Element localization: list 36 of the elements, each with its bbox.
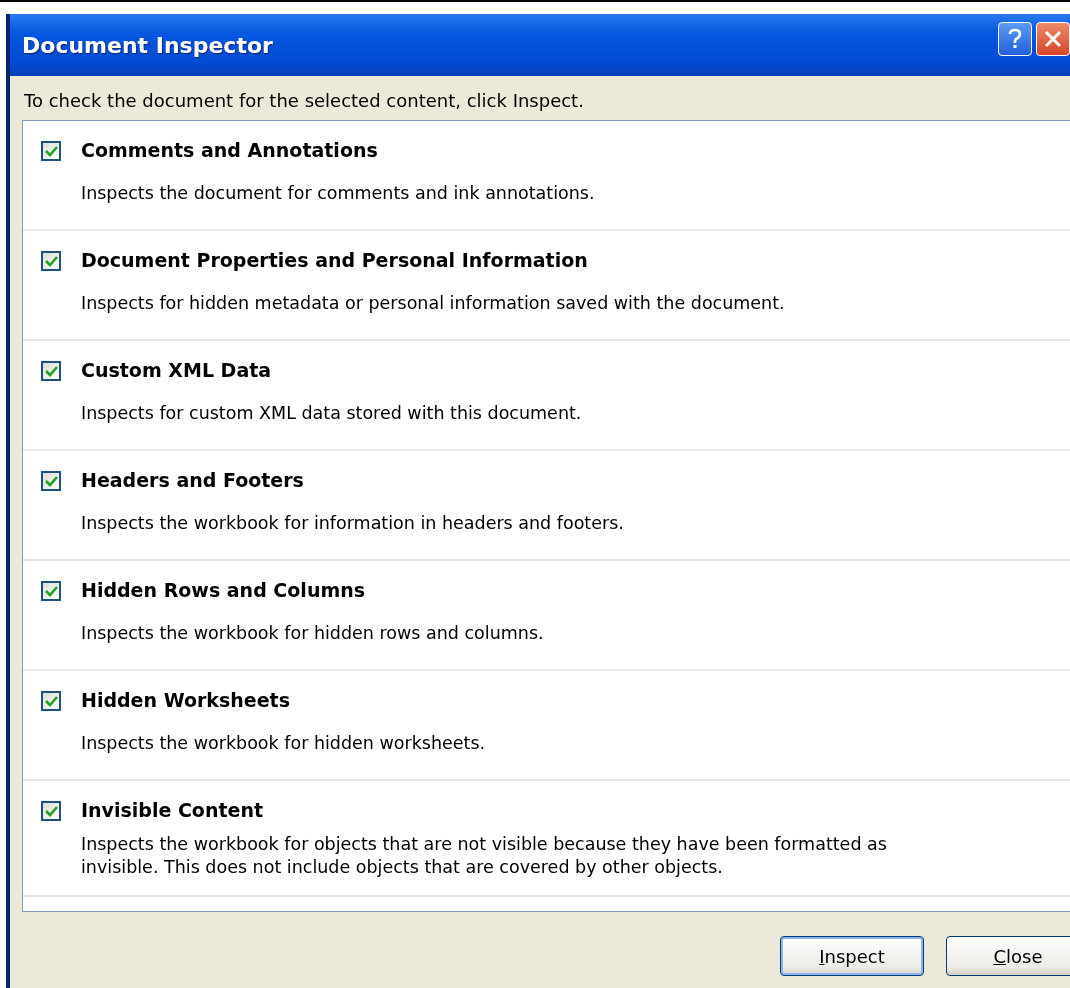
check-icon: [44, 695, 58, 707]
item-description: Inspects the workbook for information in headers and footers.: [81, 511, 625, 535]
close-icon: [1043, 29, 1063, 49]
check-icon: [44, 475, 58, 487]
question-mark-icon: [1007, 28, 1023, 50]
item-title: Custom XML Data: [81, 359, 273, 383]
item-description: Inspects for hidden metadata or personal information saved with the document.: [81, 291, 786, 315]
checkbox[interactable]: [41, 471, 61, 491]
item-title: Invisible Content: [81, 799, 265, 821]
checkbox[interactable]: [41, 251, 61, 271]
checkbox[interactable]: [41, 361, 61, 381]
check-icon: [44, 805, 58, 817]
checkbox[interactable]: [41, 141, 61, 161]
item-title: Document Properties and Personal Information: [81, 249, 589, 273]
item-description: Inspects the workbook for hidden worksheets.: [81, 731, 487, 755]
check-icon: [44, 145, 58, 157]
item-description: Inspects the document for comments and ink annotations.: [81, 181, 596, 205]
item-description: Inspects the workbook for hidden rows and columns.: [81, 621, 545, 645]
close-dialog-button[interactable]: Close: [946, 936, 1070, 976]
help-button[interactable]: [998, 22, 1032, 56]
item-title: Hidden Rows and Columns: [81, 579, 367, 603]
item-description: Inspects for custom XML data stored with this document.: [81, 401, 583, 425]
checkbox[interactable]: [41, 581, 61, 601]
inspect-button[interactable]: Inspect: [780, 936, 924, 976]
checkbox[interactable]: [41, 691, 61, 711]
check-icon: [44, 255, 58, 267]
check-icon: [44, 365, 58, 377]
instruction-text: To check the document for the selected content, click Inspect.: [23, 89, 585, 113]
item-description: Inspects the workbook for objects that are not visible because they have been formatted as invisible. This does not include objects that are covered by other objects.: [81, 833, 888, 879]
checkbox[interactable]: [41, 801, 61, 821]
check-icon: [44, 585, 58, 597]
item-title: Headers and Footers: [81, 469, 305, 493]
close-button[interactable]: [1036, 22, 1070, 56]
window-title: Document Inspector: [22, 32, 273, 58]
item-title: Comments and Annotations: [81, 139, 379, 163]
item-title: Hidden Worksheets: [81, 689, 291, 713]
